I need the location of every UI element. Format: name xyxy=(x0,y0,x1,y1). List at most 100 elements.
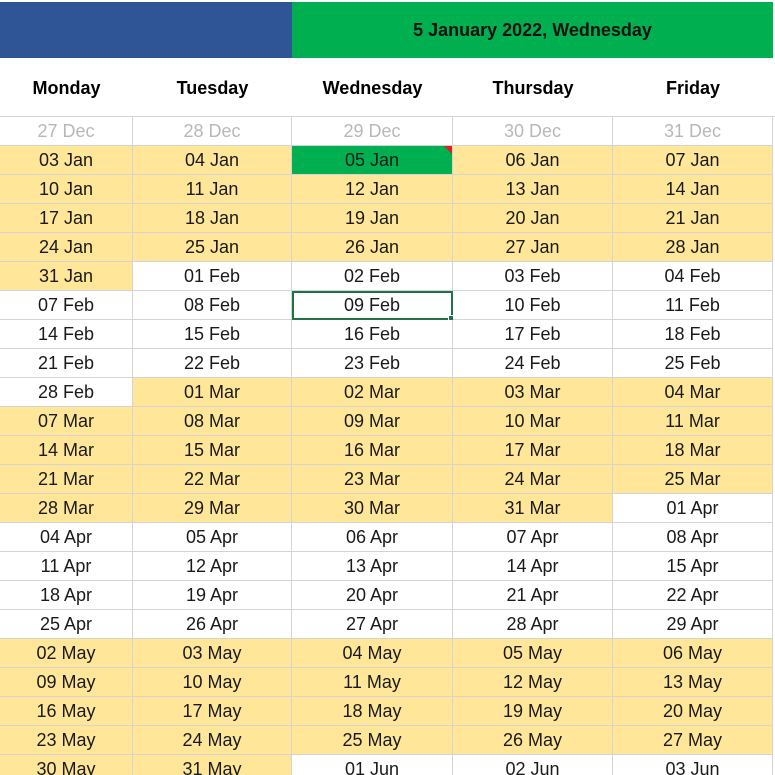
date-cell[interactable]: 14 Apr xyxy=(453,552,613,581)
date-cell[interactable]: 02 Feb xyxy=(292,262,453,291)
date-cell[interactable]: 31 Mar xyxy=(453,494,613,523)
date-cell[interactable]: 16 Feb xyxy=(292,320,453,349)
date-cell[interactable]: 25 Mar xyxy=(613,465,773,494)
date-cell[interactable]: 13 May xyxy=(613,668,773,697)
date-cell[interactable]: 25 Feb xyxy=(613,349,773,378)
date-cell[interactable]: 25 Apr xyxy=(0,610,133,639)
date-cell[interactable]: 28 Apr xyxy=(453,610,613,639)
date-cell[interactable]: 02 Mar xyxy=(292,378,453,407)
date-cell[interactable]: 07 Feb xyxy=(0,291,133,320)
date-cell[interactable]: 04 Mar xyxy=(613,378,773,407)
date-cell[interactable]: 10 Feb xyxy=(453,291,613,320)
date-cell[interactable]: 02 Jun xyxy=(453,755,613,775)
date-cell[interactable]: 19 May xyxy=(453,697,613,726)
date-cell[interactable]: 12 May xyxy=(453,668,613,697)
date-cell[interactable]: 03 Jun xyxy=(613,755,773,775)
date-cell[interactable]: 04 Apr xyxy=(0,523,133,552)
date-cell[interactable]: 30 Dec xyxy=(453,117,613,146)
date-cell[interactable]: 23 Feb xyxy=(292,349,453,378)
date-cell[interactable]: 15 Apr xyxy=(613,552,773,581)
date-cell[interactable]: 23 Mar xyxy=(292,465,453,494)
date-cell[interactable]: 11 May xyxy=(292,668,453,697)
date-cell[interactable]: 11 Feb xyxy=(613,291,773,320)
date-cell[interactable]: 24 Mar xyxy=(453,465,613,494)
date-cell[interactable]: 27 Apr xyxy=(292,610,453,639)
date-cell[interactable]: 14 Mar xyxy=(0,436,133,465)
date-cell[interactable]: 30 Mar xyxy=(292,494,453,523)
date-cell[interactable]: 18 Feb xyxy=(613,320,773,349)
date-cell[interactable]: 01 Apr xyxy=(613,494,773,523)
date-cell[interactable]: 06 Jan xyxy=(453,146,613,175)
date-cell[interactable]: 31 Dec xyxy=(613,117,773,146)
date-cell[interactable]: 05 May xyxy=(453,639,613,668)
header-monday[interactable]: Monday xyxy=(0,60,133,117)
date-cell[interactable]: 14 Jan xyxy=(613,175,773,204)
date-cell[interactable]: 11 Mar xyxy=(613,407,773,436)
date-cell[interactable]: 31 May xyxy=(133,755,292,775)
date-cell[interactable]: 19 Jan xyxy=(292,204,453,233)
date-cell[interactable]: 07 Apr xyxy=(453,523,613,552)
date-cell[interactable]: 21 Jan xyxy=(613,204,773,233)
date-cell[interactable]: 27 Dec xyxy=(0,117,133,146)
date-cell[interactable]: 04 May xyxy=(292,639,453,668)
date-cell[interactable]: 20 May xyxy=(613,697,773,726)
date-cell[interactable]: 14 Feb xyxy=(0,320,133,349)
date-cell[interactable]: 31 Jan xyxy=(0,262,133,291)
date-cell[interactable]: 04 Jan xyxy=(133,146,292,175)
date-cell[interactable]: 09 Mar xyxy=(292,407,453,436)
date-cell[interactable]: 02 May xyxy=(0,639,133,668)
date-cell[interactable]: 03 May xyxy=(133,639,292,668)
current-date-title[interactable]: 5 January 2022, Wednesday xyxy=(292,2,773,58)
date-cell[interactable]: 21 Feb xyxy=(0,349,133,378)
date-cell[interactable]: 22 Apr xyxy=(613,581,773,610)
date-cell[interactable]: 15 Mar xyxy=(133,436,292,465)
date-cell[interactable]: 17 Feb xyxy=(453,320,613,349)
date-cell[interactable]: 06 May xyxy=(613,639,773,668)
date-cell[interactable]: 10 Mar xyxy=(453,407,613,436)
date-cell[interactable]: 03 Mar xyxy=(453,378,613,407)
date-cell[interactable]: 28 Feb xyxy=(0,378,133,407)
date-cell[interactable]: 18 May xyxy=(292,697,453,726)
date-cell[interactable]: 22 Mar xyxy=(133,465,292,494)
date-cell[interactable]: 27 Jan xyxy=(453,233,613,262)
date-cell[interactable]: 08 Feb xyxy=(133,291,292,320)
date-cell[interactable]: 21 Mar xyxy=(0,465,133,494)
date-cell[interactable]: 20 Apr xyxy=(292,581,453,610)
date-cell[interactable]: 23 May xyxy=(0,726,133,755)
header-tuesday[interactable]: Tuesday xyxy=(133,60,292,117)
date-cell[interactable]: 09 Feb xyxy=(292,291,455,322)
date-cell[interactable]: 30 May xyxy=(0,755,133,775)
date-cell[interactable]: 24 Feb xyxy=(453,349,613,378)
date-cell[interactable]: 28 Dec xyxy=(133,117,292,146)
date-cell[interactable]: 08 Mar xyxy=(133,407,292,436)
date-cell[interactable]: 07 Mar xyxy=(0,407,133,436)
header-thursday[interactable]: Thursday xyxy=(453,60,613,117)
date-cell[interactable]: 09 May xyxy=(0,668,133,697)
date-cell[interactable]: 17 May xyxy=(133,697,292,726)
date-cell[interactable]: 25 Jan xyxy=(133,233,292,262)
date-cell[interactable]: 27 May xyxy=(613,726,773,755)
date-cell[interactable]: 11 Jan xyxy=(133,175,292,204)
date-cell[interactable]: 13 Jan xyxy=(453,175,613,204)
date-cell[interactable]: 17 Jan xyxy=(0,204,133,233)
date-cell[interactable]: 13 Apr xyxy=(292,552,453,581)
header-wednesday[interactable]: Wednesday xyxy=(292,60,453,117)
date-cell[interactable]: 28 Jan xyxy=(613,233,773,262)
date-cell[interactable]: 15 Feb xyxy=(133,320,292,349)
date-cell[interactable]: 01 Jun xyxy=(292,755,453,775)
date-cell[interactable]: 24 Jan xyxy=(0,233,133,262)
date-cell[interactable]: 05 Apr xyxy=(133,523,292,552)
date-cell[interactable]: 17 Mar xyxy=(453,436,613,465)
date-cell[interactable]: 16 May xyxy=(0,697,133,726)
date-cell[interactable]: 03 Feb xyxy=(453,262,613,291)
date-cell[interactable]: 19 Apr xyxy=(133,581,292,610)
today-cell[interactable]: 05 Jan xyxy=(292,146,453,175)
date-cell[interactable]: 16 Mar xyxy=(292,436,453,465)
date-cell[interactable]: 01 Feb xyxy=(133,262,292,291)
header-friday[interactable]: Friday xyxy=(613,60,773,117)
date-cell[interactable]: 26 Apr xyxy=(133,610,292,639)
date-cell[interactable]: 10 May xyxy=(133,668,292,697)
date-cell[interactable]: 11 Apr xyxy=(0,552,133,581)
date-cell[interactable]: 12 Apr xyxy=(133,552,292,581)
date-cell[interactable]: 06 Apr xyxy=(292,523,453,552)
